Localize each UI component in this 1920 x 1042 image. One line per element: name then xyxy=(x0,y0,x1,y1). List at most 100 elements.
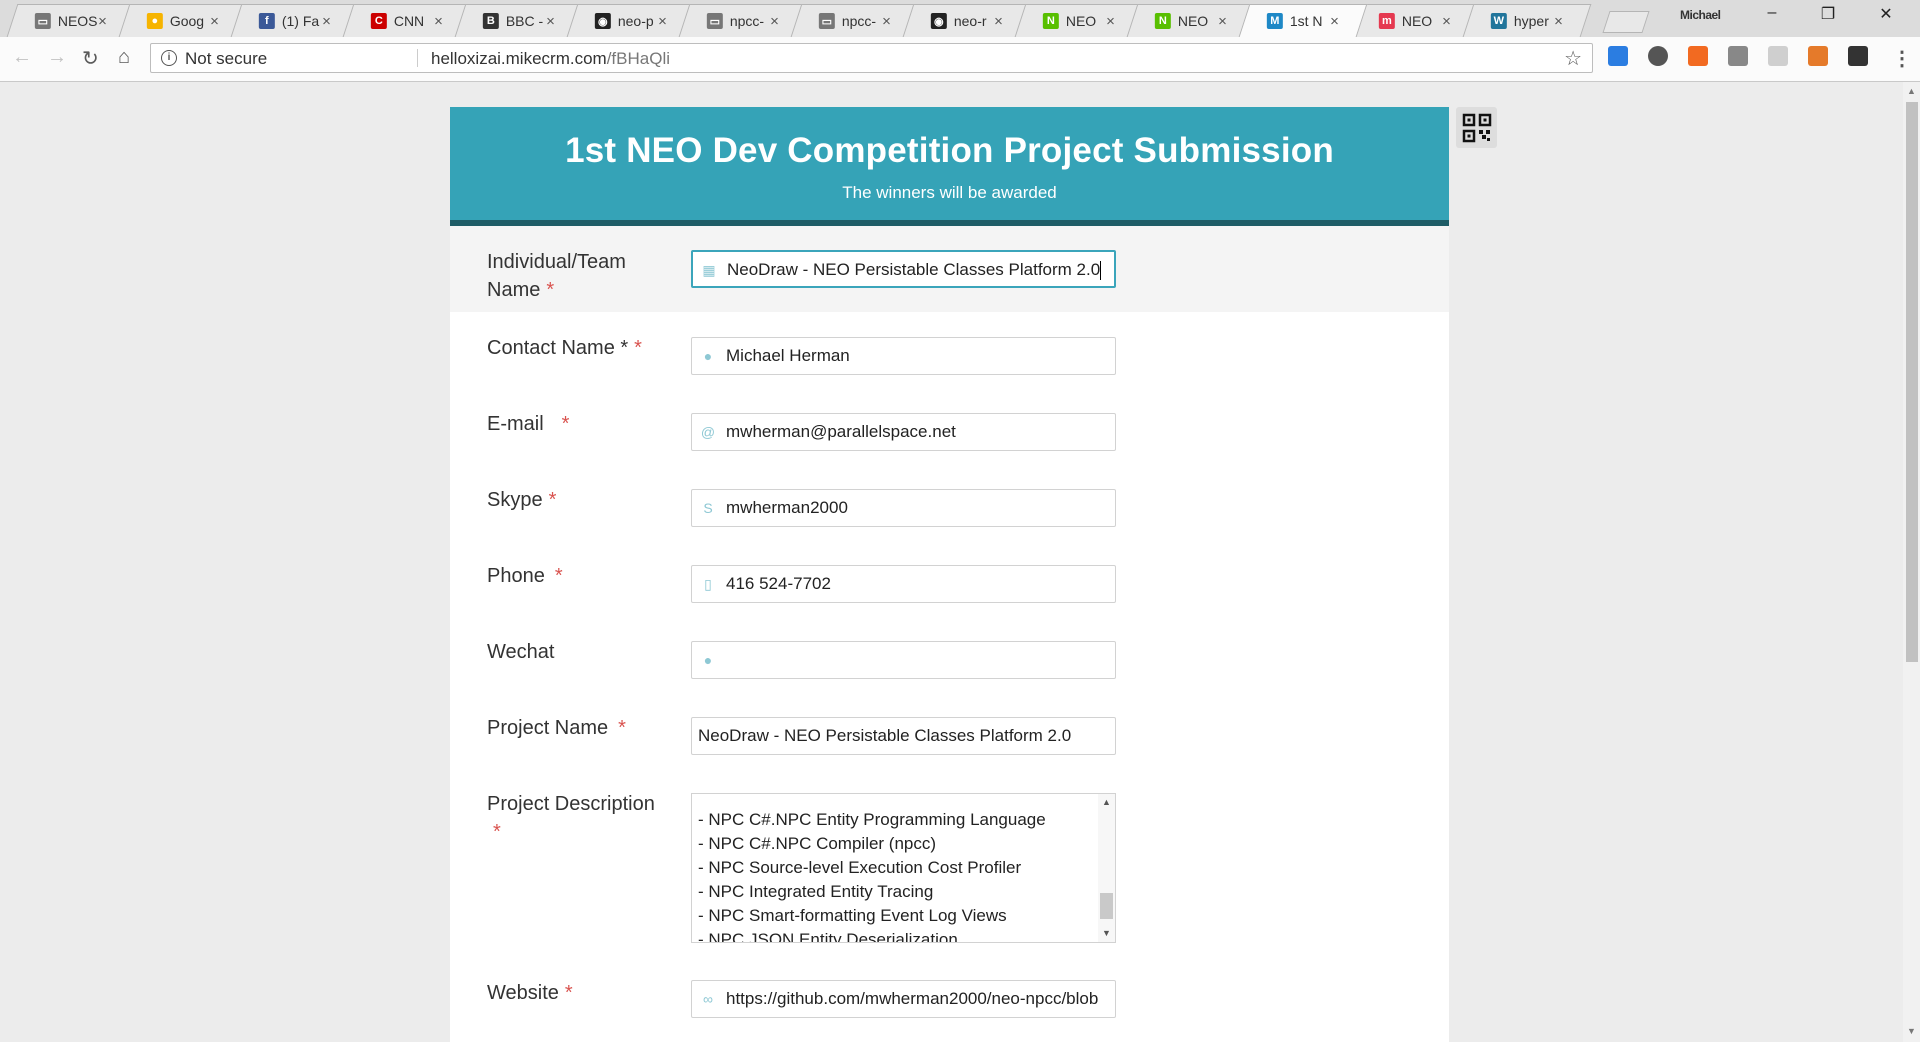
tab-content: m NEO × xyxy=(1357,5,1473,37)
required-marker: * xyxy=(493,821,501,843)
page-icon: ▭ xyxy=(818,13,835,29)
project-description-textarea[interactable]: - NPC C#.NPC Entity Programming Language… xyxy=(691,793,1116,943)
page-viewport: 1st NEO Dev Competition Project Submissi… xyxy=(0,82,1901,1042)
tab-close-icon[interactable]: × xyxy=(1554,13,1563,30)
back-icon[interactable]: ← xyxy=(12,46,32,69)
tab-close-icon[interactable]: × xyxy=(98,13,107,30)
browser-tab[interactable]: M 1st N × xyxy=(1238,4,1368,37)
page-scroll-up-icon[interactable]: ▲ xyxy=(1907,86,1916,96)
phone-label: Phone * xyxy=(487,562,667,590)
skype-input[interactable]: S mwherman2000 xyxy=(691,489,1116,527)
description-line-partial xyxy=(698,794,1046,808)
tab-close-icon[interactable]: × xyxy=(434,13,443,30)
phone-input[interactable]: ▯ 416 524-7702 xyxy=(691,565,1116,603)
email-label-text: E-mail xyxy=(487,413,544,435)
close-window-icon[interactable]: ✕ xyxy=(1866,4,1906,24)
wechat-input[interactable]: ● xyxy=(691,641,1116,679)
browser-tab[interactable]: ◉ neo-p × xyxy=(566,4,696,37)
contact-name-input[interactable]: ● Michael Herman xyxy=(691,337,1116,375)
textarea-scroll-thumb[interactable] xyxy=(1100,893,1113,919)
restore-icon[interactable]: ❐ xyxy=(1808,4,1848,24)
textarea-scrollbar[interactable]: ▲ ▼ xyxy=(1098,794,1115,942)
wordpress-icon: W xyxy=(1490,13,1507,29)
mikecrm-icon: M xyxy=(1266,13,1283,29)
download-extension-icon[interactable] xyxy=(1608,46,1628,66)
description-line: - NPC Source-level Execution Cost Profil… xyxy=(698,858,1022,877)
tab-content: ◉ neo-r × xyxy=(909,5,1025,37)
address-bar[interactable]: i Not secure helloxizai.mikecrm.com/fBHa… xyxy=(150,43,1593,73)
browser-menu-icon[interactable]: ⋮ xyxy=(1892,46,1912,71)
browser-tab[interactable]: ● Goog × xyxy=(118,4,248,37)
security-label[interactable]: Not secure xyxy=(185,49,267,69)
cnn-icon: C xyxy=(370,13,387,29)
browser-tab[interactable]: Whyper × xyxy=(1462,4,1592,37)
browser-tab[interactable]: f (1) Fa × xyxy=(230,4,360,37)
tab-close-icon[interactable]: × xyxy=(1330,13,1339,30)
tab-close-icon[interactable]: × xyxy=(994,13,1003,30)
tab-title: npcc- xyxy=(841,13,877,29)
tab-title: hyper xyxy=(1513,13,1549,29)
info-icon[interactable]: i xyxy=(161,50,177,66)
profile-button[interactable]: Michael xyxy=(1680,8,1721,22)
pdf-extension-icon[interactable] xyxy=(1768,46,1788,66)
browser-tab[interactable]: ◉ neo-r × xyxy=(902,4,1032,37)
tab-close-icon[interactable]: × xyxy=(658,13,667,30)
gray-extension-icon[interactable] xyxy=(1728,46,1748,66)
scroll-up-icon[interactable]: ▲ xyxy=(1102,797,1111,807)
project-name-label-text: Project Name xyxy=(487,717,609,739)
tab-strip: ▭ NEOS × ● Goog × f (1) Fa × C CNN × B BBC - × ◉ neo-p × ▭… xyxy=(0,0,1920,37)
email-input[interactable]: @ mwherman@parallelspace.net xyxy=(691,413,1116,451)
website-input[interactable]: ∞ https://github.com/mwherman2000/neo-np… xyxy=(691,980,1116,1018)
url-text[interactable]: helloxizai.mikecrm.com/fBHaQli xyxy=(431,49,670,69)
scroll-down-icon[interactable]: ▼ xyxy=(1102,928,1111,938)
minimize-icon[interactable]: – xyxy=(1752,4,1792,22)
browser-tab[interactable]: ▭ npcc- × xyxy=(790,4,920,37)
reload-icon[interactable]: ↻ xyxy=(82,46,99,71)
required-marker: * xyxy=(564,982,573,1004)
tab-title: (1) Fa xyxy=(281,13,320,29)
browser-tab[interactable]: B BBC - × xyxy=(454,4,584,37)
browser-tab[interactable]: ▭ npcc- × xyxy=(678,4,808,37)
tab-close-icon[interactable]: × xyxy=(770,13,779,30)
project-name-input[interactable]: NeoDraw - NEO Persistable Classes Platfo… xyxy=(691,717,1116,755)
tab-close-icon[interactable]: × xyxy=(546,13,555,30)
colorful-extension-icon[interactable] xyxy=(1688,46,1708,66)
lastpass-extension-icon[interactable] xyxy=(1848,46,1868,66)
tab-title: neo-p xyxy=(617,13,654,29)
required-marker: * xyxy=(554,565,563,587)
browser-tab[interactable]: C CNN × xyxy=(342,4,472,37)
building-icon: ▦ xyxy=(702,262,716,278)
qr-code-button[interactable] xyxy=(1456,107,1497,148)
new-tab-button[interactable] xyxy=(1602,11,1650,33)
tab-close-icon[interactable]: × xyxy=(1106,13,1115,30)
page-scroll-thumb[interactable] xyxy=(1906,102,1918,662)
omnibox-divider xyxy=(417,49,418,67)
tab-close-icon[interactable]: × xyxy=(210,13,219,30)
tab-close-icon[interactable]: × xyxy=(322,13,331,30)
forward-icon[interactable]: → xyxy=(47,46,67,69)
bookmark-star-icon[interactable]: ☆ xyxy=(1564,46,1582,71)
browser-tab[interactable]: ▭ NEOS × xyxy=(6,4,136,37)
at-icon: @ xyxy=(700,424,716,440)
contact-name-label-text: Contact Name * xyxy=(487,337,629,359)
browser-tab[interactable]: N NEO × xyxy=(1126,4,1256,37)
email-value: mwherman@parallelspace.net xyxy=(726,422,956,441)
tab-title: CNN xyxy=(393,13,425,29)
browser-tab[interactable]: N NEO × xyxy=(1014,4,1144,37)
metamask-extension-icon[interactable] xyxy=(1808,46,1828,66)
form-card: 1st NEO Dev Competition Project Submissi… xyxy=(450,107,1449,1042)
tab-close-icon[interactable]: × xyxy=(1218,13,1227,30)
url-path: /fBHaQli xyxy=(606,49,670,68)
page-scrollbar[interactable]: ▲ ▼ xyxy=(1903,82,1920,1042)
page-scroll-down-icon[interactable]: ▼ xyxy=(1907,1026,1916,1036)
shield-extension-icon[interactable] xyxy=(1648,46,1668,66)
wechat-label: Wechat xyxy=(487,638,667,666)
team-name-input[interactable]: ▦ NeoDraw - NEO Persistable Classes Plat… xyxy=(691,250,1116,288)
tab-content: Whyper × xyxy=(1469,5,1585,37)
browser-tab[interactable]: m NEO × xyxy=(1350,4,1480,37)
phone-label-text: Phone xyxy=(487,565,545,587)
tab-close-icon[interactable]: × xyxy=(882,13,891,30)
home-icon[interactable]: ⌂ xyxy=(118,46,130,69)
tab-close-icon[interactable]: × xyxy=(1442,13,1451,30)
skype-row: Skype * S mwherman2000 xyxy=(450,464,1449,540)
